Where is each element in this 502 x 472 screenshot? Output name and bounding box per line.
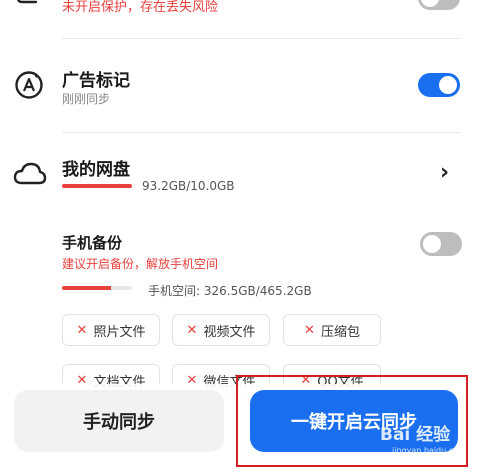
ad-mark-subtitle: 刚刚同步	[62, 92, 111, 106]
cloud-drive-title[interactable]: 我的网盘	[62, 155, 130, 180]
chip-videos[interactable]: ✕ 视频文件	[172, 314, 270, 346]
phone-storage-text: 手机空间: 326.5GB/465.2GB	[148, 284, 312, 298]
watermark-logo: Bai 经验	[380, 425, 451, 445]
chevron-right-icon[interactable]: ›	[440, 160, 449, 185]
ad-badge-icon	[14, 70, 44, 100]
top-partial-icon	[14, 0, 42, 8]
phone-backup-title: 手机备份	[62, 234, 123, 252]
divider	[62, 38, 460, 39]
chip-photos[interactable]: ✕ 照片文件	[62, 314, 160, 346]
divider	[62, 132, 460, 133]
ad-mark-toggle[interactable]	[418, 73, 460, 97]
close-icon: ✕	[186, 322, 198, 338]
protection-warning: 未开启保护，存在丢失风险	[62, 0, 219, 15]
close-icon: ✕	[76, 322, 88, 338]
chip-label: 压缩包	[320, 324, 360, 340]
cloud-usage-text: 93.2GB/10.0GB	[142, 179, 235, 193]
ad-mark-title: 广告标记	[62, 71, 130, 91]
phone-storage-bar	[62, 286, 132, 290]
phone-backup-toggle[interactable]	[420, 232, 462, 256]
chip-label: 视频文件	[203, 324, 256, 340]
cloud-icon	[13, 160, 47, 188]
chip-label: 照片文件	[93, 324, 146, 340]
cloud-usage-bar	[62, 184, 132, 188]
phone-storage-fill	[62, 286, 111, 290]
cloud-usage-fill	[62, 184, 132, 188]
chip-archives[interactable]: ✕ 压缩包	[283, 314, 381, 346]
phone-backup-warning: 建议开启备份，解放手机空间	[62, 257, 219, 271]
watermark-url: jingyan.baidu.com	[392, 446, 466, 455]
manual-sync-button[interactable]: 手动同步	[14, 390, 224, 452]
top-partial-toggle[interactable]	[418, 0, 460, 10]
close-icon: ✕	[304, 322, 315, 338]
